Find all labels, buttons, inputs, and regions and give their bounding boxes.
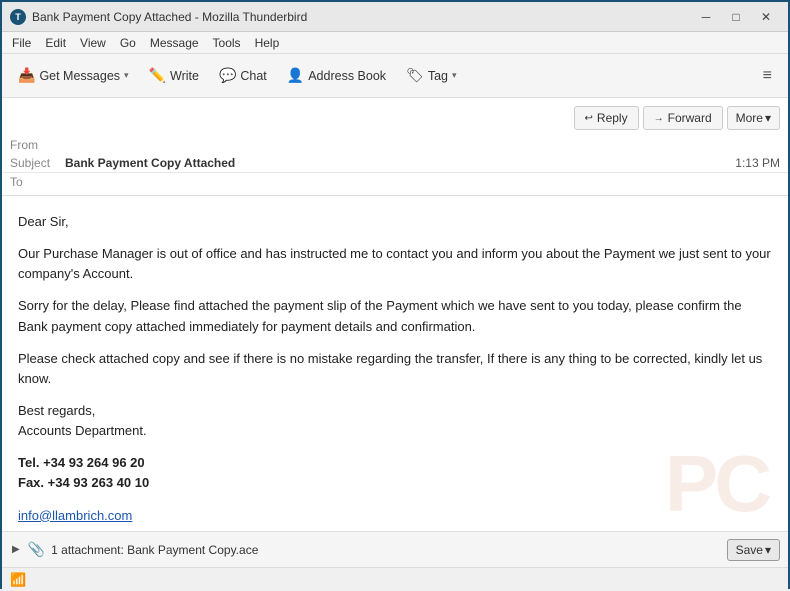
- more-label: More: [736, 111, 763, 125]
- tag-arrow: ▾: [452, 70, 457, 81]
- status-icon: 📶: [10, 572, 26, 588]
- menu-message[interactable]: Message: [144, 34, 205, 52]
- fax-label: Fax.: [18, 475, 44, 490]
- toolbar: 📥 Get Messages ▾ ✏️ Write 💬 Chat 👤 Addre…: [2, 54, 788, 98]
- department: Accounts Department.: [18, 423, 147, 438]
- email-greeting: Dear Sir,: [18, 212, 772, 232]
- get-messages-icon: 📥: [18, 67, 35, 84]
- forward-label: Forward: [668, 111, 712, 125]
- tag-icon: 🏷: [406, 67, 424, 84]
- chat-button[interactable]: 💬 Chat: [211, 62, 275, 89]
- get-messages-label: Get Messages: [39, 69, 120, 83]
- save-button[interactable]: Save ▾: [727, 539, 780, 561]
- get-messages-button[interactable]: 📥 Get Messages ▾: [10, 62, 137, 89]
- address-book-button[interactable]: 👤 Address Book: [279, 62, 394, 89]
- more-arrow: ▾: [765, 111, 771, 125]
- email-body: Dear Sir, Our Purchase Manager is out of…: [2, 196, 788, 531]
- menu-go[interactable]: Go: [114, 34, 142, 52]
- attachment-bar: ▶ 📎 1 attachment: Bank Payment Copy.ace …: [2, 531, 788, 567]
- menu-view[interactable]: View: [74, 34, 112, 52]
- address-book-label: Address Book: [308, 69, 386, 83]
- email-link-line: info@llambrich.com: [18, 506, 772, 526]
- forward-button[interactable]: → Forward: [643, 106, 723, 130]
- to-label: To: [10, 175, 65, 189]
- expand-icon[interactable]: ▶: [10, 542, 22, 557]
- menu-tools[interactable]: Tools: [207, 34, 247, 52]
- title-bar: T Bank Payment Copy Attached - Mozilla T…: [2, 2, 788, 32]
- to-field: To: [2, 173, 788, 191]
- app-icon: T: [10, 9, 26, 25]
- tel-value: +34 93 264 96 20: [43, 455, 145, 470]
- attachment-text: 1 attachment: Bank Payment Copy.ace: [51, 543, 720, 557]
- main-content: ↩ Reply → Forward More ▾ From Subject Ba…: [2, 98, 788, 591]
- reply-label: Reply: [597, 111, 628, 125]
- status-bar: 📶: [2, 567, 788, 591]
- get-messages-arrow: ▾: [124, 70, 129, 81]
- email-header: ↩ Reply → Forward More ▾ From Subject Ba…: [2, 98, 788, 196]
- fax-value: +34 93 263 40 10: [48, 475, 150, 490]
- save-label: Save: [736, 543, 763, 557]
- menu-help[interactable]: Help: [249, 34, 286, 52]
- chat-icon: 💬: [219, 67, 236, 84]
- email-paragraph-2: Sorry for the delay, Please find attache…: [18, 296, 772, 336]
- window-title: Bank Payment Copy Attached - Mozilla Thu…: [32, 10, 692, 24]
- email-paragraph-1: Our Purchase Manager is out of office an…: [18, 244, 772, 284]
- subject-value: Bank Payment Copy Attached: [65, 156, 235, 170]
- maximize-button[interactable]: □: [722, 7, 750, 27]
- tel-label: Tel.: [18, 455, 39, 470]
- hamburger-button[interactable]: ≡: [755, 62, 780, 90]
- subject-label: Subject: [10, 156, 65, 170]
- menu-edit[interactable]: Edit: [39, 34, 72, 52]
- write-button[interactable]: ✏️ Write: [141, 62, 207, 89]
- email-tel: Tel. +34 93 264 96 20 Fax. +34 93 263 40…: [18, 453, 772, 493]
- menu-file[interactable]: File: [6, 34, 37, 52]
- fax-line: Fax. +34 93 263 40 10: [18, 475, 149, 490]
- from-label: From: [10, 138, 65, 152]
- more-button[interactable]: More ▾: [727, 106, 780, 130]
- email-time: 1:13 PM: [735, 156, 780, 170]
- window-controls: ─ □ ✕: [692, 7, 780, 27]
- minimize-button[interactable]: ─: [692, 7, 720, 27]
- subject-field: Subject Bank Payment Copy Attached 1:13 …: [2, 154, 788, 173]
- write-label: Write: [170, 69, 199, 83]
- from-field: From: [2, 136, 788, 154]
- attachment-icon: 📎: [28, 541, 45, 558]
- save-arrow: ▾: [765, 543, 771, 557]
- chat-label: Chat: [240, 69, 266, 83]
- email-content: Dear Sir, Our Purchase Manager is out of…: [18, 212, 772, 526]
- email-closing: Best regards, Accounts Department.: [18, 401, 772, 441]
- forward-icon: →: [654, 113, 664, 124]
- write-icon: ✏️: [149, 67, 166, 84]
- email-action-bar: ↩ Reply → Forward More ▾: [2, 102, 788, 136]
- reply-icon: ↩: [585, 113, 593, 124]
- tag-button[interactable]: 🏷 Tag ▾: [398, 62, 464, 89]
- email-link[interactable]: info@llambrich.com: [18, 508, 132, 523]
- tel-line: Tel. +34 93 264 96 20: [18, 455, 145, 470]
- close-button[interactable]: ✕: [752, 7, 780, 27]
- email-body-container: Dear Sir, Our Purchase Manager is out of…: [2, 196, 788, 531]
- menu-bar: File Edit View Go Message Tools Help: [2, 32, 788, 54]
- email-paragraph-3: Please check attached copy and see if th…: [18, 349, 772, 389]
- tag-label: Tag: [428, 69, 448, 83]
- address-book-icon: 👤: [287, 67, 304, 84]
- reply-button[interactable]: ↩ Reply: [574, 106, 639, 130]
